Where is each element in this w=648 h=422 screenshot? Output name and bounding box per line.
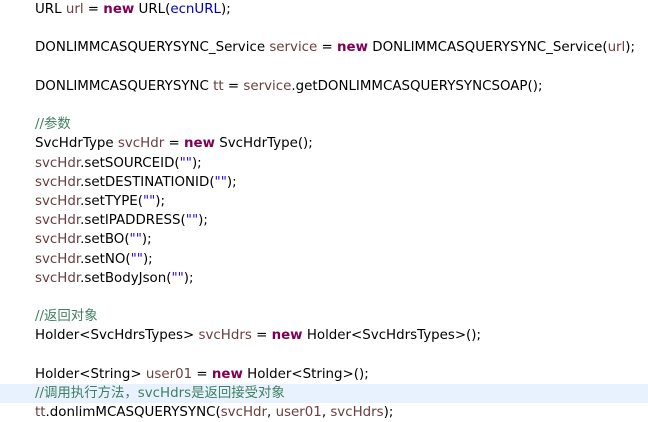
string-literal-token: "" bbox=[179, 155, 192, 171]
code-line[interactable]: DONLIMMCASQUERYSYNC_Service service = ne… bbox=[0, 38, 648, 57]
variable-token: svcHdr bbox=[117, 136, 165, 152]
code-text: ); bbox=[155, 194, 166, 209]
code-text: DONLIMMCASQUERYSYNC_Service bbox=[35, 40, 270, 56]
code-text: URL( bbox=[134, 2, 171, 17]
keyword-token: new bbox=[337, 40, 369, 56]
code-line[interactable]: SvcHdrType svcHdr = new SvcHdrType(); bbox=[0, 134, 648, 153]
code-text: = bbox=[192, 366, 212, 382]
code-text: ); bbox=[198, 213, 208, 229]
code-line[interactable]: //返回对象 bbox=[0, 307, 648, 326]
code-line[interactable]: URL url = new URL(ecnURL); bbox=[0, 0, 648, 19]
comment-text: //返回对象 bbox=[35, 309, 98, 325]
code-line[interactable]: svcHdr.setBO(""); bbox=[0, 230, 648, 249]
code-text: SvcHdrType bbox=[35, 136, 118, 152]
code-line[interactable]: svcHdr.setTYPE(""); bbox=[0, 192, 648, 211]
code-line[interactable]: //参数 bbox=[0, 115, 648, 134]
string-literal-token: "" bbox=[214, 174, 227, 190]
code-text: ); bbox=[191, 155, 202, 171]
code-text: ); bbox=[142, 251, 153, 267]
variable-token: url bbox=[65, 2, 84, 17]
variable-token: service bbox=[243, 78, 292, 94]
code-text: .setSOURCEID( bbox=[80, 155, 180, 171]
code-text: ); bbox=[226, 174, 237, 190]
code-line[interactable] bbox=[0, 346, 648, 365]
code-text: DONLIMMCASQUERYSYNC bbox=[35, 78, 214, 94]
code-line[interactable]: tt.donlimMCASQUERYSYNC(svcHdr, user01, s… bbox=[0, 403, 648, 422]
code-text: URL bbox=[35, 2, 66, 17]
keyword-token: new bbox=[103, 2, 135, 17]
string-literal-token: "" bbox=[130, 251, 143, 267]
variable-token: svcHdr bbox=[35, 155, 81, 171]
code-line[interactable] bbox=[0, 288, 648, 307]
code-line[interactable]: svcHdr.setNO(""); bbox=[0, 250, 648, 269]
code-text: = bbox=[317, 40, 338, 56]
code-line[interactable]: Holder<String> user01 = new Holder<Strin… bbox=[0, 365, 648, 384]
code-text: DONLIMMCASQUERYSYNC_Service( bbox=[368, 40, 608, 56]
string-literal-token: "" bbox=[142, 194, 156, 209]
variable-token: svcHdr bbox=[35, 213, 81, 229]
code-text: Holder<SvcHdrsTypes> bbox=[35, 328, 199, 344]
string-literal-token: "" bbox=[171, 270, 184, 286]
code-line[interactable] bbox=[0, 58, 648, 77]
code-line[interactable] bbox=[0, 96, 648, 115]
code-text: .setIPADDRESS( bbox=[80, 213, 186, 229]
variable-token: svcHdr bbox=[35, 251, 81, 267]
code-text: .getDONLIMMCASQUERYSYNCSOAP(); bbox=[291, 78, 543, 94]
code-text: Holder<SvcHdrsTypes>(); bbox=[302, 328, 482, 344]
code-text: = bbox=[164, 136, 184, 152]
code-line[interactable]: svcHdr.setBodyJson(""); bbox=[0, 269, 648, 288]
code-text: ); bbox=[220, 2, 231, 17]
code-text: .setBO( bbox=[80, 232, 130, 248]
code-text: .setDESTINATIONID( bbox=[80, 174, 215, 190]
string-literal-token: "" bbox=[129, 232, 142, 248]
code-line[interactable]: svcHdr.setSOURCEID(""); bbox=[0, 154, 648, 173]
code-text: .setBodyJson( bbox=[80, 270, 172, 286]
field-token: ecnURL bbox=[170, 2, 221, 17]
comment-text: //调用执行方法，svcHdrs是返回接受对象 bbox=[35, 386, 285, 401]
variable-token: service bbox=[269, 40, 318, 56]
code-text: Holder<String> bbox=[35, 366, 146, 382]
code-text: ); bbox=[183, 270, 194, 286]
variable-token: svcHdr bbox=[35, 270, 81, 286]
keyword-token: new bbox=[183, 136, 215, 152]
variable-token: svcHdr bbox=[35, 232, 81, 248]
code-line[interactable] bbox=[0, 19, 648, 38]
variable-token: tt bbox=[213, 78, 224, 94]
variable-token: user01 bbox=[145, 366, 193, 382]
code-text: ); bbox=[141, 232, 152, 248]
code-text: Holder<String>(); bbox=[242, 366, 369, 382]
keyword-token: new bbox=[211, 366, 243, 382]
code-text: = bbox=[83, 2, 104, 17]
code-editor[interactable]: URL url = new URL(ecnURL); DONLIMMCASQUER… bbox=[0, 0, 648, 420]
code-line[interactable]: svcHdr.setDESTINATIONID(""); bbox=[0, 173, 648, 192]
code-line[interactable]: Holder<SvcHdrsTypes> svcHdrs = new Holde… bbox=[0, 326, 648, 345]
code-text: = bbox=[251, 328, 272, 344]
variable-token: url bbox=[607, 40, 626, 56]
variable-token: svcHdr bbox=[35, 194, 81, 209]
code-text: .setNO( bbox=[80, 251, 131, 267]
code-line-current[interactable]: //调用执行方法，svcHdrs是返回接受对象 bbox=[0, 384, 648, 403]
code-line[interactable]: DONLIMMCASQUERYSYNC tt = service.getDONL… bbox=[0, 77, 648, 96]
variable-token: svcHdr bbox=[35, 174, 81, 190]
code-text: ); bbox=[625, 40, 636, 56]
code-text: SvcHdrType(); bbox=[214, 136, 313, 152]
code-text: .setTYPE( bbox=[80, 194, 143, 209]
string-literal-token: "" bbox=[185, 213, 199, 229]
code-text: = bbox=[223, 78, 244, 94]
comment-text: //参数 bbox=[35, 117, 71, 133]
keyword-token: new bbox=[271, 328, 303, 344]
code-line[interactable]: svcHdr.setIPADDRESS(""); bbox=[0, 211, 648, 230]
variable-token: svcHdrs bbox=[198, 328, 252, 344]
